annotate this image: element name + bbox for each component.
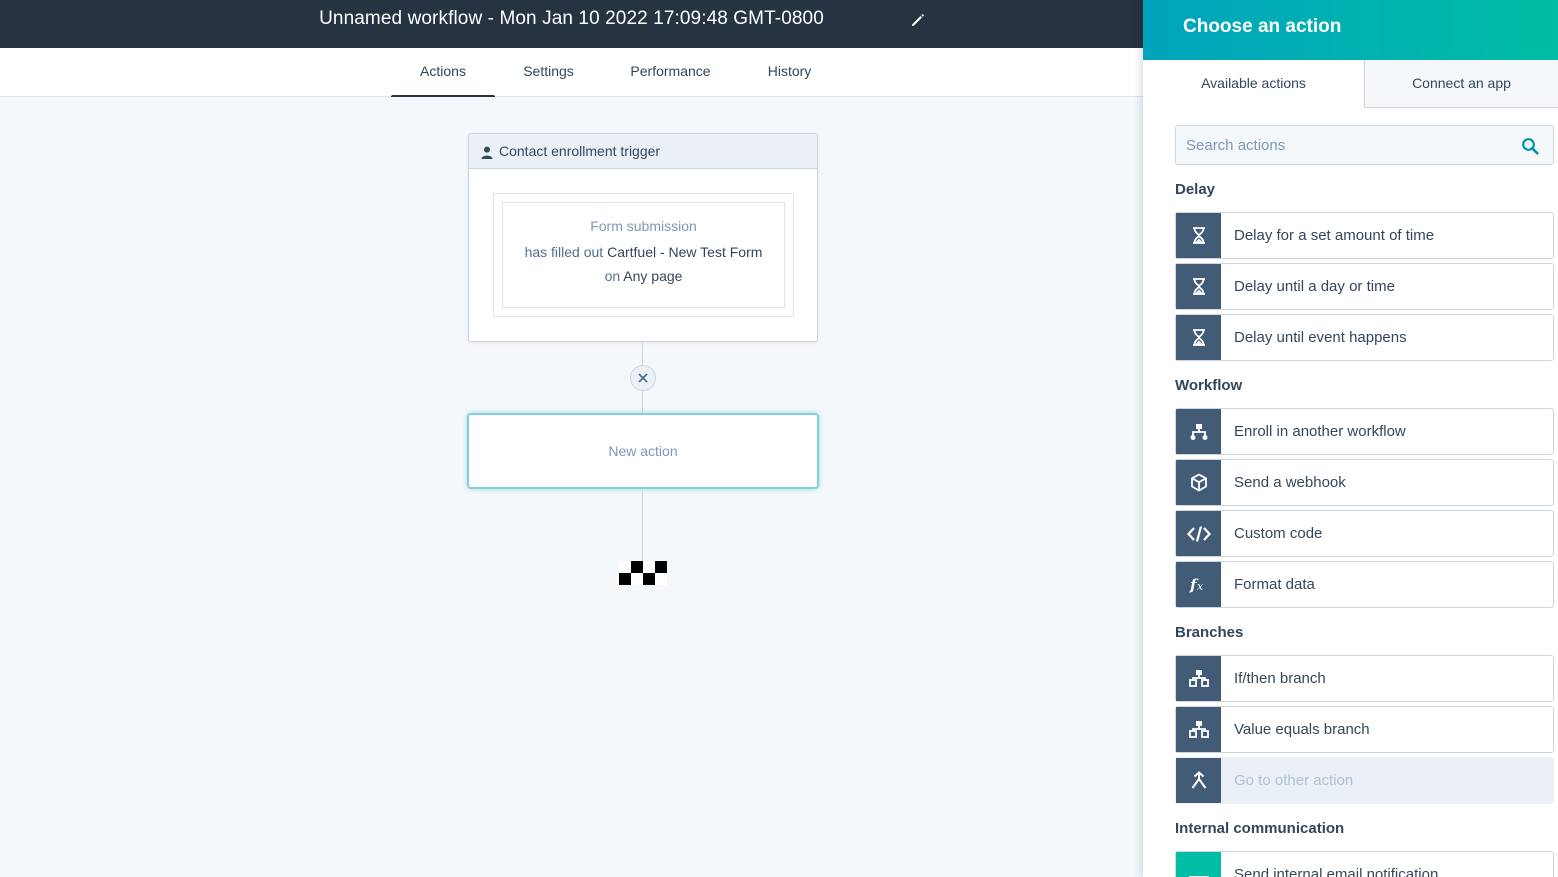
- action-delay-until-event[interactable]: Delay until event happens: [1175, 314, 1554, 361]
- svg-text:x: x: [1197, 580, 1204, 593]
- action-label: Custom code: [1234, 525, 1323, 542]
- hourglass-icon: [1176, 213, 1221, 258]
- tab-performance[interactable]: Performance: [618, 48, 723, 97]
- workflow-tabs: Actions Settings Performance History: [0, 48, 1143, 99]
- tab-settings[interactable]: Settings: [505, 48, 592, 97]
- action-custom-code[interactable]: Custom code: [1175, 510, 1554, 557]
- new-action-card[interactable]: New action: [467, 413, 819, 489]
- search-input[interactable]: [1176, 126, 1506, 164]
- pencil-icon[interactable]: [909, 11, 927, 29]
- workflow-title[interactable]: Unnamed workflow - Mon Jan 10 2022 17:09…: [0, 8, 1143, 30]
- section-title-workflow: Workflow: [1175, 377, 1243, 394]
- connector-line: [642, 489, 643, 561]
- connector-line: [642, 391, 643, 413]
- hourglass-icon: [1176, 264, 1221, 309]
- enrollment-trigger-card[interactable]: Contact enrollment trigger Form submissi…: [468, 133, 818, 342]
- envelope-icon: [1176, 852, 1221, 877]
- section-title-internal-communication: Internal communication: [1175, 820, 1345, 837]
- action-label: Value equals branch: [1234, 721, 1370, 738]
- action-label: Enroll in another workflow: [1234, 423, 1406, 440]
- cube-icon: [1176, 460, 1221, 505]
- criteria-on: on: [604, 268, 621, 284]
- criteria-type: Form submission: [590, 218, 697, 234]
- criteria-line-page: on Any page: [503, 268, 784, 284]
- trigger-header: Contact enrollment trigger: [469, 134, 817, 169]
- search-box: [1175, 125, 1554, 165]
- connector-line: [642, 342, 643, 365]
- action-label: Send internal email notification: [1234, 866, 1439, 877]
- section-title-branches: Branches: [1175, 624, 1244, 641]
- action-if-then-branch[interactable]: If/then branch: [1175, 655, 1554, 702]
- tab-history[interactable]: History: [752, 48, 827, 97]
- action-label: If/then branch: [1234, 670, 1326, 687]
- checkered-flag-icon: [619, 561, 667, 585]
- criteria-line-form: has filled out Cartfuel - New Test Form: [503, 244, 784, 260]
- action-delay-set-time[interactable]: Delay for a set amount of time: [1175, 212, 1554, 259]
- action-label: Format data: [1234, 576, 1315, 593]
- action-label: Delay until a day or time: [1234, 278, 1395, 295]
- function-icon: fx: [1176, 562, 1221, 607]
- tab-actions[interactable]: Actions: [391, 48, 495, 99]
- section-title-delay: Delay: [1175, 181, 1216, 198]
- merge-arrow-icon: [1176, 758, 1221, 803]
- close-icon[interactable]: [630, 365, 656, 391]
- criteria-page-name: Any page: [623, 268, 683, 284]
- person-icon: [481, 146, 493, 159]
- workflow-icon: [1176, 409, 1221, 454]
- workflow-canvas: Contact enrollment trigger Form submissi…: [0, 97, 1143, 877]
- action-send-internal-email[interactable]: Send internal email notification: [1175, 851, 1554, 877]
- action-format-data[interactable]: fx Format data: [1175, 561, 1554, 608]
- trigger-criteria-group: Form submission has filled out Cartfuel …: [493, 193, 794, 317]
- action-label: Delay for a set amount of time: [1234, 227, 1435, 244]
- panel-tabs: Available actions Connect an app: [1143, 60, 1558, 108]
- action-delay-until-day[interactable]: Delay until a day or time: [1175, 263, 1554, 310]
- new-action-label: New action: [608, 443, 678, 459]
- code-icon: [1176, 511, 1221, 556]
- workflow-header: Unnamed workflow - Mon Jan 10 2022 17:09…: [0, 0, 1143, 48]
- branch-icon: [1176, 656, 1221, 701]
- tab-connect-app[interactable]: Connect an app: [1364, 60, 1558, 108]
- action-label: Delay until event happens: [1234, 329, 1407, 346]
- action-go-to-other-action: Go to other action: [1175, 757, 1554, 804]
- action-enroll-workflow[interactable]: Enroll in another workflow: [1175, 408, 1554, 455]
- tab-available-actions[interactable]: Available actions: [1143, 60, 1364, 108]
- choose-action-panel: Choose an action Available actions Conne…: [1143, 0, 1558, 877]
- panel-title: Choose an action: [1143, 0, 1558, 60]
- action-label: Send a webhook: [1234, 474, 1346, 491]
- hourglass-icon: [1176, 315, 1221, 360]
- branch-icon: [1176, 707, 1221, 752]
- criteria-form-name: Cartfuel - New Test Form: [607, 244, 763, 260]
- criteria-prefix: has filled out: [524, 244, 604, 260]
- action-send-webhook[interactable]: Send a webhook: [1175, 459, 1554, 506]
- search-icon[interactable]: [1521, 137, 1539, 155]
- action-value-equals-branch[interactable]: Value equals branch: [1175, 706, 1554, 753]
- action-label: Go to other action: [1234, 772, 1354, 789]
- trigger-header-label: Contact enrollment trigger: [499, 143, 661, 159]
- trigger-criteria: Form submission has filled out Cartfuel …: [502, 202, 785, 308]
